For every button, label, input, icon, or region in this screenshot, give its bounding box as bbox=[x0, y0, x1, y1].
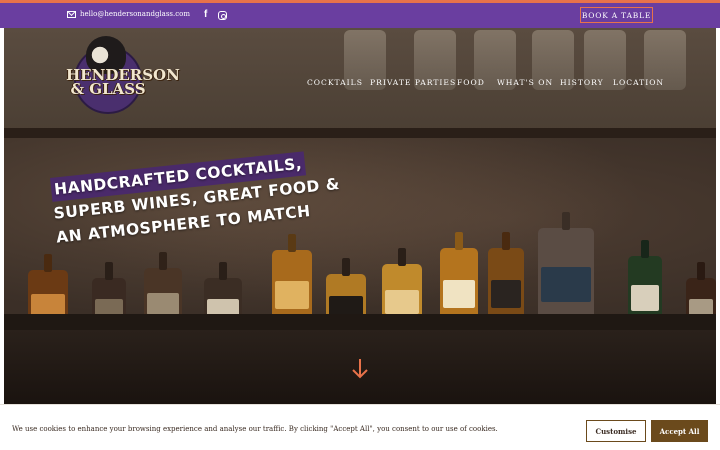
cookie-message: We use cookies to enhance your browsing … bbox=[12, 425, 498, 433]
accept-all-button[interactable]: Accept All bbox=[651, 420, 708, 442]
customise-button[interactable]: Customise bbox=[586, 420, 646, 442]
site-logo[interactable]: HENDERSON & GLASS bbox=[66, 34, 180, 120]
email-link[interactable]: hello@hendersonandglass.com bbox=[67, 10, 190, 18]
logo-wordmark: HENDERSON & GLASS bbox=[66, 68, 180, 98]
logo-line-2: & GLASS bbox=[70, 80, 146, 98]
nav-item-history[interactable]: HISTORY bbox=[560, 78, 604, 87]
book-table-button[interactable]: BOOK A TABLE bbox=[580, 7, 653, 23]
cookie-banner: We use cookies to enhance your browsing … bbox=[0, 404, 720, 450]
bar-shelf bbox=[4, 314, 716, 330]
instagram-icon[interactable] bbox=[218, 11, 227, 20]
top-bar: hello@hendersonandglass.com f BOOK A TAB… bbox=[0, 3, 720, 28]
upper-shelf bbox=[4, 128, 716, 138]
nav-item-food[interactable]: FOOD bbox=[457, 78, 485, 87]
nav-item-location[interactable]: LOCATION bbox=[613, 78, 664, 87]
mail-icon bbox=[67, 10, 76, 18]
arrow-down-icon[interactable] bbox=[350, 357, 370, 381]
facebook-icon[interactable]: f bbox=[204, 9, 207, 21]
email-text: hello@hendersonandglass.com bbox=[80, 10, 191, 18]
nav-item-private-parties[interactable]: PRIVATE PARTIES bbox=[370, 78, 456, 87]
nav-item-cocktails[interactable]: COCKTAILS bbox=[307, 78, 363, 87]
nav-item-whats-on[interactable]: WHAT'S ON bbox=[497, 78, 553, 87]
